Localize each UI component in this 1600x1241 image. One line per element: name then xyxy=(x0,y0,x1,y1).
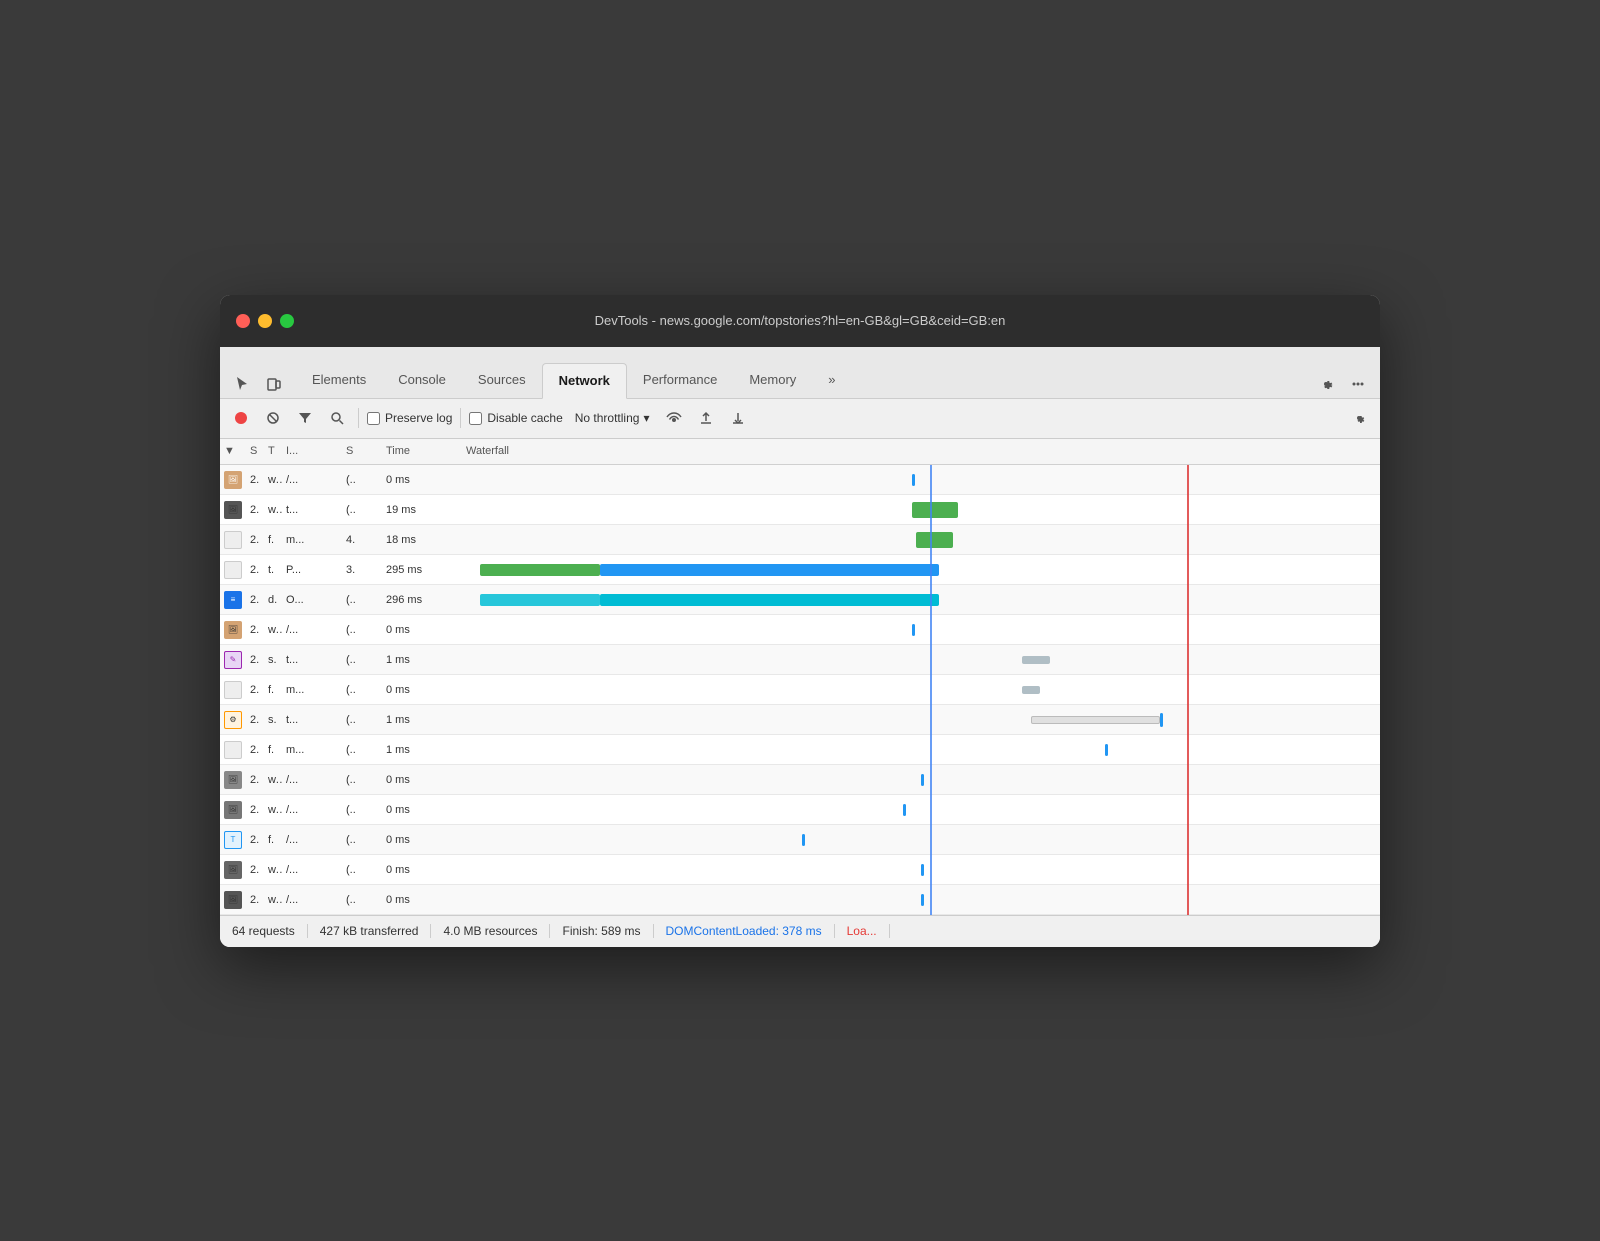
header-size[interactable]: S xyxy=(342,445,382,457)
disable-cache-label: Disable cache xyxy=(487,411,562,425)
disable-cache-checkbox[interactable]: Disable cache xyxy=(469,411,562,425)
preserve-log-label: Preserve log xyxy=(385,411,452,425)
throttle-arrow: ▾ xyxy=(643,411,649,425)
table-row[interactable]: T 2.f./...(.. 0 ms xyxy=(220,825,1380,855)
table-row[interactable]: ✎ 2.s.t...(.. 1 ms xyxy=(220,645,1380,675)
network-toolbar: Preserve log Disable cache No throttling… xyxy=(220,399,1380,439)
status-dom-content-loaded: DOMContentLoaded: 378 ms xyxy=(654,924,835,938)
preserve-log-input[interactable] xyxy=(367,412,380,425)
table-row[interactable]: 2.t.P...3. 295 ms xyxy=(220,555,1380,585)
status-finish: Finish: 589 ms xyxy=(550,924,653,938)
cursor-icon[interactable] xyxy=(228,370,256,398)
network-conditions-icon[interactable] xyxy=(661,405,687,431)
status-bar: 64 requests 427 kB transferred 4.0 MB re… xyxy=(220,915,1380,947)
tab-elements[interactable]: Elements xyxy=(296,362,382,398)
tab-bar-left-icons xyxy=(228,370,288,398)
status-transferred: 427 kB transferred xyxy=(308,924,432,938)
table-row[interactable]: 2.f.m...4. 18 ms xyxy=(220,525,1380,555)
tab-bar-right-icons xyxy=(1312,370,1372,398)
tab-more[interactable]: » xyxy=(812,362,851,398)
settings-icon[interactable] xyxy=(1312,370,1340,398)
header-waterfall[interactable]: Waterfall xyxy=(462,445,1380,457)
table-row[interactable]: 🖼 2.w./...(.. 0 ms xyxy=(220,465,1380,495)
tab-performance[interactable]: Performance xyxy=(627,362,733,398)
header-type[interactable]: T xyxy=(264,445,282,457)
table-row[interactable]: 🖼 2.w.t...(.. 19 ms xyxy=(220,495,1380,525)
table-row[interactable]: ≡ 2.d.O...(.. 296 ms xyxy=(220,585,1380,615)
table-row[interactable]: 🖼 2.w./...(.. 0 ms xyxy=(220,855,1380,885)
devtools-window: DevTools - news.google.com/topstories?hl… xyxy=(220,295,1380,947)
search-button[interactable] xyxy=(324,405,350,431)
window-title: DevTools - news.google.com/topstories?hl… xyxy=(595,313,1006,328)
upload-icon[interactable] xyxy=(693,405,719,431)
minimize-button[interactable] xyxy=(258,314,272,328)
tab-console[interactable]: Console xyxy=(382,362,462,398)
tab-memory[interactable]: Memory xyxy=(733,362,812,398)
table-row[interactable]: 🖼 2.w./...(.. 0 ms xyxy=(220,885,1380,915)
status-resources: 4.0 MB resources xyxy=(431,924,550,938)
status-load: Loa... xyxy=(835,924,890,938)
more-icon[interactable] xyxy=(1344,370,1372,398)
table-row[interactable]: 🖼 2.w./...(.. 0 ms xyxy=(220,765,1380,795)
throttle-selector[interactable]: No throttling ▾ xyxy=(569,409,656,427)
devtools-panel: Elements Console Sources Network Perform… xyxy=(220,347,1380,947)
header-time[interactable]: Time xyxy=(382,445,462,457)
table-headers: ▼ S T I... S Time Waterfall xyxy=(220,439,1380,465)
table-row[interactable]: 🖼 2.w./...(.. 0 ms xyxy=(220,615,1380,645)
table-row[interactable]: 🖼 2.w./...(.. 0 ms xyxy=(220,795,1380,825)
header-status[interactable]: S xyxy=(246,445,264,457)
preserve-log-checkbox[interactable]: Preserve log xyxy=(367,411,452,425)
filter-icon[interactable] xyxy=(292,405,318,431)
header-icon[interactable]: ▼ xyxy=(220,445,246,457)
table-row[interactable]: 2.f.m...(.. 1 ms xyxy=(220,735,1380,765)
table-row[interactable]: 2.f.m...(.. 0 ms xyxy=(220,675,1380,705)
disable-cache-input[interactable] xyxy=(469,412,482,425)
tab-bar: Elements Console Sources Network Perform… xyxy=(220,347,1380,399)
throttle-label: No throttling xyxy=(575,411,640,425)
download-icon[interactable] xyxy=(725,405,751,431)
divider-2 xyxy=(460,408,461,428)
tab-network[interactable]: Network xyxy=(542,363,627,399)
record-button[interactable] xyxy=(228,405,254,431)
status-requests: 64 requests xyxy=(232,924,308,938)
table-row[interactable]: ⚙ 2.s.t...(.. 1 ms xyxy=(220,705,1380,735)
tab-sources[interactable]: Sources xyxy=(462,362,542,398)
divider-1 xyxy=(358,408,359,428)
tabs-container: Elements Console Sources Network Perform… xyxy=(296,362,1312,398)
network-settings-icon[interactable] xyxy=(1346,405,1372,431)
device-toolbar-icon[interactable] xyxy=(260,370,288,398)
network-table: ▼ S T I... S Time Waterfall 🖼 2.w./...(.… xyxy=(220,439,1380,915)
close-button[interactable] xyxy=(236,314,250,328)
network-rows-container: 🖼 2.w./...(.. 0 ms 🖼 2.w.t...(.. 19 ms xyxy=(220,465,1380,915)
maximize-button[interactable] xyxy=(280,314,294,328)
traffic-lights xyxy=(236,314,294,328)
header-initiator[interactable]: I... xyxy=(282,445,342,457)
titlebar: DevTools - news.google.com/topstories?hl… xyxy=(220,295,1380,347)
clear-button[interactable] xyxy=(260,405,286,431)
